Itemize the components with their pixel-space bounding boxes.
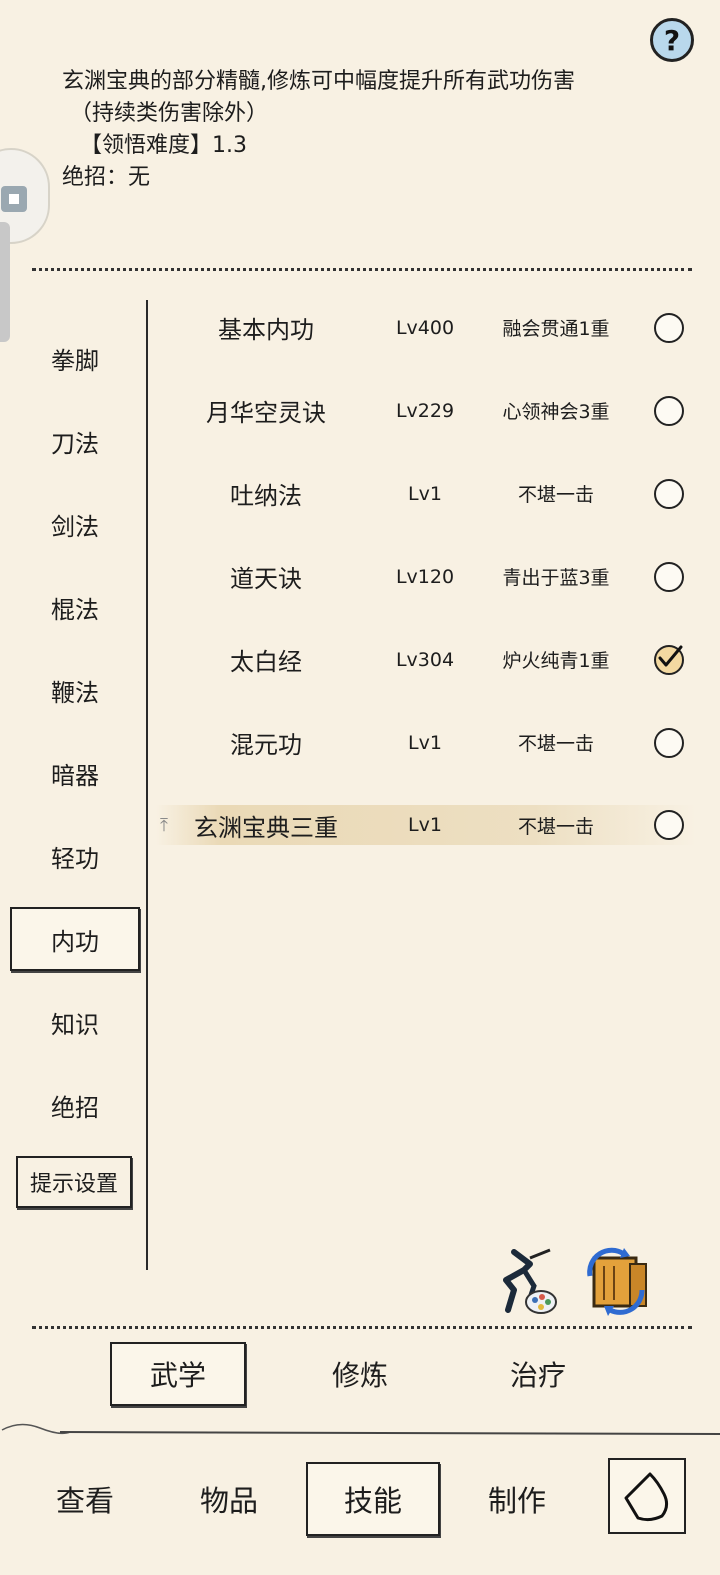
question-icon: ? xyxy=(663,23,681,57)
category-anqi[interactable]: 暗器 xyxy=(10,741,140,805)
skill-stage: 不堪一击 xyxy=(517,815,594,838)
category-bianfa[interactable]: 鞭法 xyxy=(10,658,140,722)
checkmark-icon xyxy=(658,645,683,666)
skill-name: 混元功 xyxy=(230,731,302,759)
category-list: 拳脚 刀法 剑法 棍法 鞭法 暗器 轻功 内功 知识 绝招 提示设置 xyxy=(10,326,140,1227)
skill-name: 道天诀 xyxy=(230,565,302,593)
equip-radio[interactable] xyxy=(654,395,684,426)
category-neigong[interactable]: 内功 xyxy=(10,907,140,971)
nav-wupin[interactable]: 物品 xyxy=(170,1462,288,1536)
skill-row[interactable]: 基本内功 Lv400 融会贯通1重 xyxy=(156,286,696,369)
equip-radio[interactable] xyxy=(654,312,684,343)
skill-level: Lv304 xyxy=(395,648,455,671)
skill-row-selected[interactable]: ⤒ 玄渊宝典三重 Lv1 不堪一击 xyxy=(156,805,696,845)
tab-wuxue[interactable]: 武学 xyxy=(110,1342,246,1406)
skill-description: 玄渊宝典的部分精髓,修炼可中幅度提升所有武功伤害 （持续类伤害除外） 【领悟难度… xyxy=(62,66,575,194)
nav-zhizuo[interactable]: 制作 xyxy=(458,1462,576,1536)
category-zhishi[interactable]: 知识 xyxy=(10,990,140,1054)
skill-name: 月华空灵诀 xyxy=(206,399,326,427)
skill-name: 太白经 xyxy=(230,648,302,676)
skill-stage: 心领神会3重 xyxy=(502,401,610,423)
category-gunfa[interactable]: 棍法 xyxy=(10,575,140,639)
skill-name: 玄渊宝典三重 xyxy=(194,813,338,842)
description-note: （持续类伤害除外） xyxy=(70,101,269,126)
nav-jineng[interactable]: 技能 xyxy=(306,1462,440,1536)
skill-level: Lv229 xyxy=(395,399,455,422)
skill-stage: 青出于蓝3重 xyxy=(502,567,610,589)
skill-level: Lv120 xyxy=(395,565,455,588)
skill-name: 基本内功 xyxy=(218,316,314,344)
back-button[interactable] xyxy=(608,1458,686,1534)
category-juezhao[interactable]: 绝招 xyxy=(10,1073,140,1137)
top-divider xyxy=(32,268,692,271)
skill-stage: 炉火纯青1重 xyxy=(502,650,610,672)
skill-level: Lv400 xyxy=(395,316,455,339)
skill-row[interactable]: 混元功 Lv1 不堪一击 xyxy=(156,701,696,784)
skill-stage: 不堪一击 xyxy=(517,484,594,506)
equip-radio[interactable] xyxy=(654,727,684,758)
skill-level: Lv1 xyxy=(408,731,442,754)
tab-xiulian[interactable]: 修炼 xyxy=(292,1342,428,1406)
nav-chakan[interactable]: 查看 xyxy=(26,1462,144,1536)
martial-artist-palette-icon[interactable] xyxy=(494,1246,560,1320)
brush-divider xyxy=(1,1423,720,1435)
category-divider xyxy=(146,300,148,1270)
skill-stage: 不堪一击 xyxy=(517,733,594,755)
ultimate-text: 绝招：无 xyxy=(62,165,151,190)
upgrade-arrow-icon: ⤒ xyxy=(160,814,168,836)
skill-row[interactable]: 吐纳法 Lv1 不堪一击 xyxy=(156,452,696,535)
description-text: 玄渊宝典的部分精髓,修炼可中幅度提升所有武功伤害 xyxy=(62,69,575,94)
side-scroll-handle[interactable] xyxy=(0,222,10,342)
scroll-swap-icon[interactable] xyxy=(584,1246,652,1320)
help-button[interactable]: ? xyxy=(650,18,694,62)
equip-radio-checked[interactable] xyxy=(654,644,684,675)
equip-radio[interactable] xyxy=(654,478,684,509)
skill-level: Lv1 xyxy=(408,482,442,505)
skill-name: 吐纳法 xyxy=(230,482,302,510)
skill-list: 基本内功 Lv400 融会贯通1重 月华空灵诀 Lv229 心领神会3重 吐纳法… xyxy=(156,286,696,867)
skill-row[interactable]: 太白经 Lv304 炉火纯青1重 xyxy=(156,618,696,701)
skill-row[interactable]: 道天诀 Lv120 青出于蓝3重 xyxy=(156,535,696,618)
category-jianfa[interactable]: 剑法 xyxy=(10,492,140,556)
bottom-nav: 查看 物品 技能 制作 xyxy=(0,1458,720,1548)
skill-row[interactable]: 月华空灵诀 Lv229 心领神会3重 xyxy=(156,369,696,452)
equip-radio[interactable] xyxy=(654,561,684,592)
skill-stage: 融会贯通1重 xyxy=(502,318,610,340)
hint-settings-button[interactable]: 提示设置 xyxy=(16,1156,132,1208)
skills-screen: ? 玄渊宝典的部分精髓,修炼可中幅度提升所有武功伤害 （持续类伤害除外） 【领悟… xyxy=(0,0,720,1575)
equip-radio[interactable] xyxy=(654,810,684,840)
category-daofa[interactable]: 刀法 xyxy=(10,409,140,473)
skill-level: Lv1 xyxy=(408,814,442,836)
category-qinggong[interactable]: 轻功 xyxy=(10,824,140,888)
tab-zhiliao[interactable]: 治疗 xyxy=(470,1342,606,1406)
category-quanjiao[interactable]: 拳脚 xyxy=(10,326,140,390)
bottom-divider xyxy=(32,1326,692,1329)
back-icon xyxy=(624,1472,669,1522)
sub-tab-bar: 武学 修炼 治疗 xyxy=(0,1342,720,1410)
difficulty-text: 【领悟难度】1.3 xyxy=(80,133,247,158)
